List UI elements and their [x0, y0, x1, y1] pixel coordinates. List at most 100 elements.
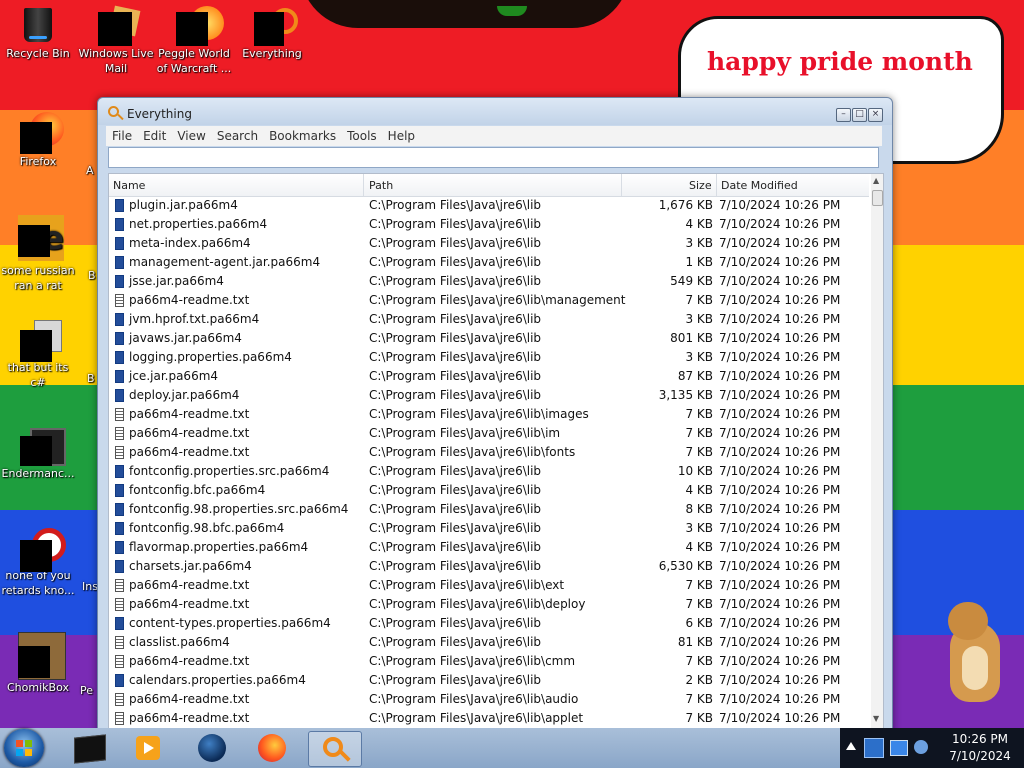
desktop-icon-windows-live-mail[interactable]: Windows Live Mail	[78, 5, 154, 76]
column-header-path[interactable]: Path	[369, 179, 393, 192]
table-row[interactable]: management-agent.jar.pa66m4 C:\Program Fi…	[109, 253, 869, 272]
table-row[interactable]: pa66m4-readme.txt C:\Program Files\Java\j…	[109, 424, 869, 443]
file-size: 8 KB	[685, 502, 713, 516]
table-row[interactable]: pa66m4-readme.txt C:\Program Files\Java\j…	[109, 443, 869, 462]
file-path: C:\Program Files\Java\jre6\lib	[369, 521, 542, 535]
file-size: 7 KB	[685, 597, 713, 611]
table-row[interactable]: logging.properties.pa66m4 C:\Program File…	[109, 348, 869, 367]
table-row[interactable]: meta-index.pa66m4 C:\Program Files\Java\j…	[109, 234, 869, 253]
clock-time: 10:26 PM	[952, 732, 1008, 746]
network-icon[interactable]	[890, 740, 908, 756]
window-titlebar[interactable]: Everything – □ ×	[98, 98, 892, 125]
taskbar-app-firefox[interactable]	[246, 731, 298, 765]
file-path: C:\Program Files\Java\jre6\lib	[369, 217, 542, 231]
table-row[interactable]: plugin.jar.pa66m4 C:\Program Files\Java\j…	[109, 196, 869, 215]
desktop-icon-firefox[interactable]: Firefox	[0, 112, 76, 169]
taskbar-app-everything[interactable]	[308, 731, 362, 767]
scroll-down-arrow-icon[interactable]: ▼	[873, 714, 879, 723]
system-tray	[840, 728, 936, 768]
desktop-icon-everything[interactable]: Everything	[234, 8, 310, 61]
desktop-icon-some-russian[interactable]: e some russian ran a rat	[0, 215, 76, 293]
start-button[interactable]	[4, 729, 44, 767]
vertical-scrollbar[interactable]: ▲ ▼	[871, 174, 883, 730]
table-row[interactable]: classlist.pa66m4 C:\Program Files\Java\jr…	[109, 633, 869, 652]
file-date-modified: 7/10/2024 10:26 PM	[719, 312, 841, 326]
table-row[interactable]: pa66m4-readme.txt C:\Program Files\Java\j…	[109, 576, 869, 595]
table-row[interactable]: pa66m4-readme.txt C:\Program Files\Java\j…	[109, 690, 869, 709]
table-row[interactable]: pa66m4-readme.txt C:\Program Files\Java\j…	[109, 291, 869, 310]
file-name: pa66m4-readme.txt	[129, 711, 250, 725]
column-divider[interactable]	[621, 174, 622, 196]
desktop-icon-peggle[interactable]: Peggle World of Warcraft ...	[156, 6, 232, 76]
table-row[interactable]: fontconfig.properties.src.pa66m4 C:\Progr…	[109, 462, 869, 481]
menu-search[interactable]: Search	[211, 126, 263, 143]
taskbar-app-console[interactable]	[62, 731, 114, 765]
table-row[interactable]: pa66m4-readme.txt C:\Program Files\Java\j…	[109, 652, 869, 671]
table-row[interactable]: jsse.jar.pa66m4 C:\Program Files\Java\jre…	[109, 272, 869, 291]
search-input[interactable]	[108, 147, 879, 168]
table-row[interactable]: jce.jar.pa66m4 C:\Program Files\Java\jre6…	[109, 367, 869, 386]
menu-view[interactable]: View	[171, 126, 210, 143]
table-row[interactable]: calendars.properties.pa66m4 C:\Program Fi…	[109, 671, 869, 690]
scroll-up-arrow-icon[interactable]: ▲	[873, 176, 879, 185]
menu-help[interactable]: Help	[382, 126, 420, 143]
app-icon: e	[18, 215, 64, 261]
file-path: C:\Program Files\Java\jre6\lib	[369, 502, 542, 516]
table-row[interactable]: pa66m4-readme.txt C:\Program Files\Java\j…	[109, 405, 869, 424]
column-divider[interactable]	[716, 174, 717, 196]
results-list: Name Path Size Date Modified plugin.jar.…	[108, 173, 884, 731]
column-divider[interactable]	[363, 174, 364, 196]
file-icon	[115, 370, 124, 383]
file-size: 6,530 KB	[658, 559, 713, 573]
desktop-icon-that-but-its-csharp[interactable]: that but its c#	[0, 320, 76, 390]
file-name: meta-index.pa66m4	[129, 236, 251, 250]
tray-app-icon[interactable]	[864, 738, 884, 758]
table-row[interactable]: fontconfig.bfc.pa66m4 C:\Program Files\Ja…	[109, 481, 869, 500]
file-path: C:\Program Files\Java\jre6\lib	[369, 274, 542, 288]
text-file-icon	[115, 446, 124, 459]
desktop-icon-recycle-bin[interactable]: Recycle Bin	[0, 8, 76, 61]
menu-edit[interactable]: Edit	[137, 126, 171, 143]
table-row[interactable]: fontconfig.98.properties.src.pa66m4 C:\Pr…	[109, 500, 869, 519]
table-row[interactable]: net.properties.pa66m4 C:\Program Files\Ja…	[109, 215, 869, 234]
taskbar-app-media-player[interactable]	[122, 731, 174, 765]
column-header-date-modified[interactable]: Date Modified	[721, 179, 798, 192]
table-row[interactable]: pa66m4-readme.txt C:\Program Files\Java\j…	[109, 709, 869, 728]
column-header-name[interactable]: Name	[113, 179, 145, 192]
table-row[interactable]: charsets.jar.pa66m4 C:\Program Files\Java…	[109, 557, 869, 576]
file-icon	[115, 465, 124, 478]
table-row[interactable]: javaws.jar.pa66m4 C:\Program Files\Java\j…	[109, 329, 869, 348]
file-size: 2 KB	[685, 673, 713, 687]
menu-file[interactable]: File	[106, 126, 137, 143]
scrollbar-thumb[interactable]	[872, 190, 883, 206]
menu-bookmarks[interactable]: Bookmarks	[263, 126, 341, 143]
speech-bubble-text: happy pride month	[707, 47, 973, 76]
file-date-modified: 7/10/2024 10:26 PM	[719, 711, 841, 725]
file-name: pa66m4-readme.txt	[129, 407, 250, 421]
file-date-modified: 7/10/2024 10:26 PM	[719, 198, 841, 212]
file-icon	[115, 541, 124, 554]
desktop-icon-none-of-you[interactable]: none of you retards kno...	[0, 528, 76, 598]
file-name: fontconfig.98.properties.src.pa66m4	[129, 502, 349, 516]
file-icon	[115, 256, 124, 269]
maximize-button[interactable]: □	[852, 108, 867, 122]
taskbar-clock[interactable]: 10:26 PM 7/10/2024	[936, 728, 1024, 768]
close-button[interactable]: ×	[868, 108, 883, 122]
taskbar-app-globe[interactable]	[186, 731, 238, 765]
desktop-icon-label: Recycle Bin	[6, 47, 70, 60]
table-row[interactable]: jvm.hprof.txt.pa66m4 C:\Program Files\Jav…	[109, 310, 869, 329]
column-header-size[interactable]: Size	[689, 179, 712, 192]
table-row[interactable]: fontconfig.98.bfc.pa66m4 C:\Program Files…	[109, 519, 869, 538]
minimize-button[interactable]: –	[836, 108, 851, 122]
table-row[interactable]: content-types.properties.pa66m4 C:\Progra…	[109, 614, 869, 633]
table-row[interactable]: pa66m4-readme.txt C:\Program Files\Java\j…	[109, 595, 869, 614]
table-row[interactable]: flavormap.properties.pa66m4 C:\Program Fi…	[109, 538, 869, 557]
show-hidden-icons-icon[interactable]	[846, 742, 856, 750]
file-size: 7 KB	[685, 692, 713, 706]
desktop-icon-endermanch[interactable]: Endermanc...	[0, 428, 76, 481]
table-row[interactable]: deploy.jar.pa66m4 C:\Program Files\Java\j…	[109, 386, 869, 405]
menu-tools[interactable]: Tools	[341, 126, 382, 143]
volume-icon[interactable]	[914, 740, 928, 754]
desktop-icon-chomikbox[interactable]: ChomikBox	[0, 632, 76, 695]
file-name: net.properties.pa66m4	[129, 217, 268, 231]
